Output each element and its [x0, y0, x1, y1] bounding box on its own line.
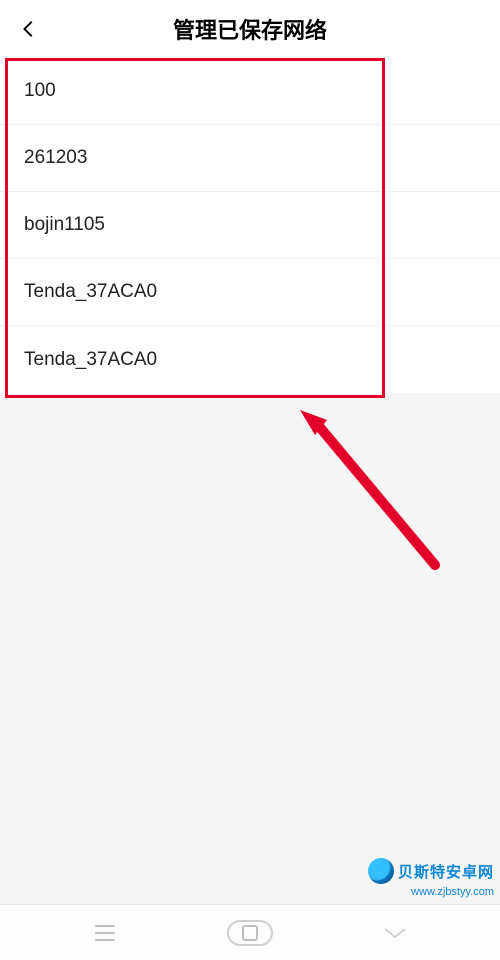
- network-name: 261203: [24, 147, 87, 169]
- network-row[interactable]: bojin1105: [0, 192, 500, 259]
- network-row[interactable]: Tenda_37ACA0: [0, 326, 500, 393]
- saved-network-list: 100 261203 bojin1105 Tenda_37ACA0 Tenda_…: [0, 58, 500, 393]
- nav-recents-button[interactable]: [65, 923, 145, 943]
- header-bar: 管理已保存网络: [0, 0, 500, 58]
- menu-lines-icon: [91, 923, 119, 943]
- screen: 管理已保存网络 100 261203 bojin1105 Tenda_37ACA…: [0, 0, 500, 960]
- network-name: bojin1105: [24, 214, 105, 236]
- chevron-left-icon: [18, 18, 40, 40]
- system-nav-bar: [0, 904, 500, 960]
- nav-home-button[interactable]: [210, 920, 290, 946]
- nav-back-button[interactable]: [355, 923, 435, 943]
- network-name: Tenda_37ACA0: [24, 281, 157, 303]
- network-name: 100: [24, 80, 56, 102]
- home-pill-icon: [227, 920, 273, 946]
- watermark-logo-icon: [368, 858, 394, 884]
- network-row[interactable]: 261203: [0, 125, 500, 192]
- watermark: 贝斯特安卓网 www.zjbstyy.com: [344, 858, 494, 898]
- watermark-url: www.zjbstyy.com: [344, 886, 494, 898]
- network-row[interactable]: Tenda_37ACA0: [0, 259, 500, 326]
- annotation-arrow-icon: [285, 390, 455, 590]
- page-title: 管理已保存网络: [0, 13, 500, 45]
- network-row[interactable]: 100: [0, 58, 500, 125]
- network-name: Tenda_37ACA0: [24, 349, 157, 371]
- caret-down-icon: [381, 923, 409, 943]
- watermark-title: 贝斯特安卓网: [398, 861, 494, 882]
- back-button[interactable]: [18, 0, 40, 58]
